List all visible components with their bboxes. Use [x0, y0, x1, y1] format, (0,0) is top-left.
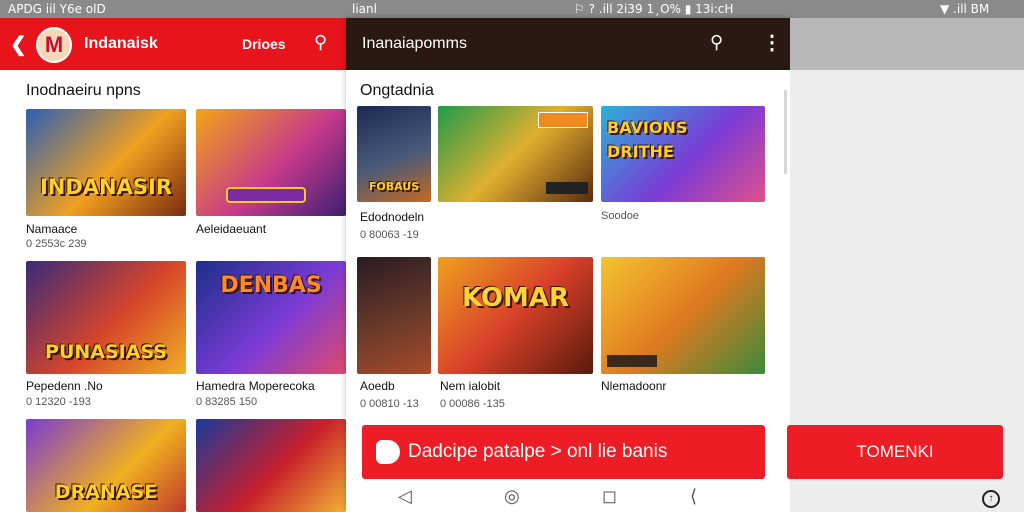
search-icon[interactable]: ⚲: [314, 32, 327, 53]
more-vert-icon[interactable]: ⋮: [762, 30, 782, 55]
game-thumbnail[interactable]: FOBAUS: [357, 106, 431, 202]
search-icon[interactable]: ⚲: [710, 32, 723, 53]
status-left: APDG iil Y6e olD: [8, 2, 106, 16]
status-right: ▼ .ill BM: [940, 2, 990, 16]
game-title[interactable]: Pepedenn .No: [26, 379, 103, 393]
center-panel: Inanaiapomms ⚲ ⋮ Ongtadnia FOBAUS Edodno…: [346, 18, 790, 512]
game-thumbnail[interactable]: [438, 106, 593, 202]
game-meta: 0 00810 -13: [360, 398, 419, 410]
hand-icon: [376, 440, 400, 464]
app-bar-right: [790, 18, 1024, 70]
game-thumbnail[interactable]: [601, 257, 765, 374]
game-thumbnail[interactable]: [196, 109, 346, 216]
app-title: Indanaisk: [84, 35, 158, 52]
home-circle-icon[interactable]: ◎: [504, 486, 520, 507]
game-meta: 0 2553c 239: [26, 238, 87, 250]
status-mid: ⚐ ? .ill 2i39 1¸O% ▮ 13i:cH: [574, 2, 734, 16]
back-arrow-icon[interactable]: ❮: [10, 32, 27, 57]
app-logo[interactable]: M: [36, 27, 72, 63]
game-title[interactable]: Nlemadoonr: [601, 379, 666, 393]
chevron-left-icon[interactable]: ⟨: [690, 486, 697, 507]
status-bar: APDG iil Y6e olD lianl ⚐ ? .ill 2i39 1¸O…: [0, 0, 1024, 18]
game-title[interactable]: Soodoe: [601, 210, 639, 222]
header-menu-label[interactable]: Drioes: [242, 36, 286, 52]
game-thumbnail[interactable]: [196, 419, 346, 512]
game-title[interactable]: Aoedb: [360, 379, 395, 393]
app-bar-left: ❮ M Indanaisk Drioes ⚲: [0, 18, 346, 70]
game-title[interactable]: Hamedra Moperecoka: [196, 379, 315, 393]
game-title[interactable]: Nem ialobit: [440, 379, 500, 393]
nav-bar: ◁ ◎ ◻ ⟨: [346, 482, 790, 512]
app-bar-center: Inanaiapomms ⚲ ⋮: [346, 18, 790, 70]
game-thumbnail[interactable]: DRANASE: [26, 419, 186, 512]
game-thumbnail[interactable]: DENBAS: [196, 261, 346, 374]
recents-square-icon[interactable]: ◻: [602, 486, 617, 507]
status-center: lianl: [352, 2, 377, 16]
scrollbar[interactable]: [784, 90, 787, 174]
game-thumbnail[interactable]: [357, 257, 431, 374]
screen: APDG iil Y6e olD lianl ⚐ ? .ill 2i39 1¸O…: [0, 0, 1024, 512]
game-title[interactable]: Edodnodeln: [360, 210, 424, 224]
section-title: Ongtadnia: [360, 82, 434, 99]
game-meta: 0 80063 -19: [360, 229, 419, 241]
section-title: Inodnaeiru npns: [26, 82, 141, 99]
back-triangle-icon[interactable]: ◁: [398, 486, 412, 507]
game-meta: 0 00086 -135: [440, 398, 505, 410]
game-meta: 0 83285 150: [196, 396, 258, 408]
game-meta: 0 12320 -193: [26, 396, 91, 408]
cta-label: Dadcipe patalpe > onl lie banis: [408, 441, 668, 462]
game-thumbnail[interactable]: PUNASIASS: [26, 261, 186, 374]
game-title[interactable]: Namaace: [26, 222, 77, 236]
left-panel: ❮ M Indanaisk Drioes ⚲ Inodnaeiru npns I…: [0, 18, 346, 512]
clock-icon: ↑: [982, 490, 1000, 508]
right-panel: TOMENKI ↑: [787, 18, 1024, 512]
cta-button[interactable]: Dadcipe patalpe > onl lie banis: [362, 425, 765, 479]
game-title[interactable]: Aeleidaeuant: [196, 222, 266, 236]
app-title: Inanaiapomms: [362, 35, 467, 52]
cta-button[interactable]: TOMENKI: [787, 425, 1003, 479]
game-thumbnail[interactable]: BAVIONS DRITHE: [601, 106, 765, 202]
game-thumbnail[interactable]: INDANASIR: [26, 109, 186, 216]
game-thumbnail[interactable]: KOMAR: [438, 257, 593, 374]
